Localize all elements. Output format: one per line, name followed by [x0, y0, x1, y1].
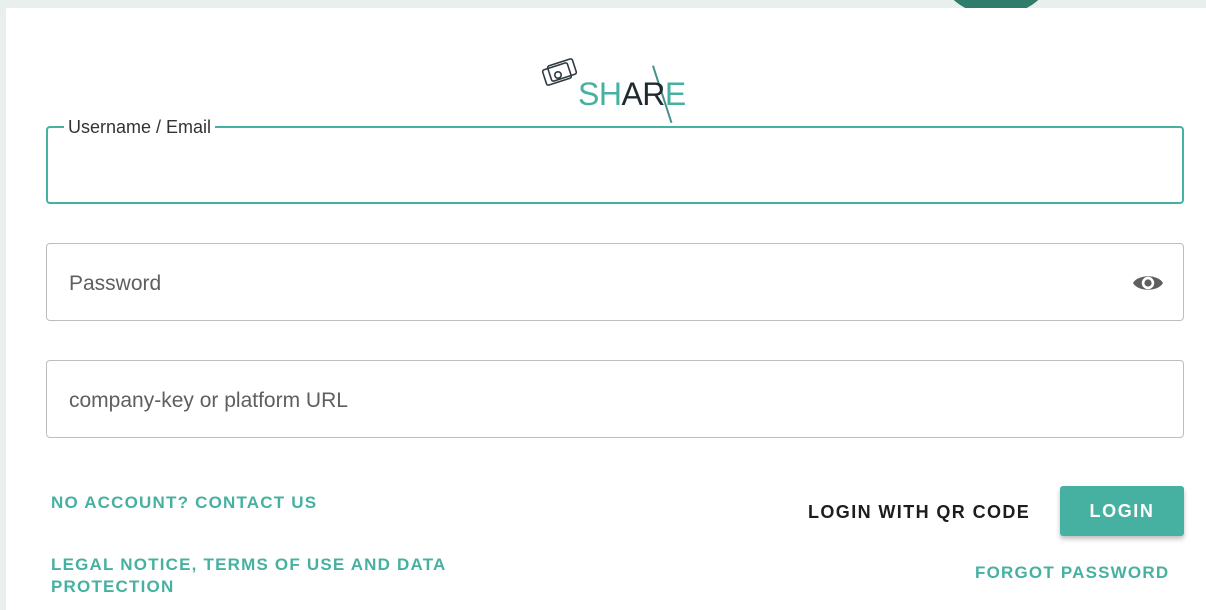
logo-wordmark: SHARE — [578, 76, 686, 112]
eye-icon[interactable] — [1131, 270, 1165, 296]
company-key-field[interactable]: company-key or platform URL — [46, 360, 1184, 438]
contact-us-link[interactable]: NO ACCOUNT? CONTACT US — [51, 492, 317, 514]
login-card: SHARE Username / Email Password company-… — [6, 8, 1206, 610]
legal-notice-line-2: PROTECTION — [51, 577, 175, 596]
share-logo: SHARE — [534, 50, 694, 130]
password-field[interactable]: Password — [46, 243, 1184, 321]
legal-notice-line-1: LEGAL NOTICE, TERMS OF USE AND DATA — [51, 555, 447, 574]
username-email-label: Username / Email — [64, 117, 216, 137]
login-with-qr-code-button[interactable]: LOGIN WITH QR CODE — [796, 490, 1042, 534]
login-button[interactable]: LOGIN — [1060, 486, 1184, 536]
company-key-placeholder: company-key or platform URL — [69, 389, 348, 412]
username-email-field[interactable]: Username / Email — [46, 117, 1184, 204]
forgot-password-link[interactable]: FORGOT PASSWORD — [975, 562, 1169, 584]
password-placeholder: Password — [69, 272, 162, 295]
legal-notice-link[interactable]: LEGAL NOTICE, TERMS OF USE AND DATA PROT… — [51, 554, 447, 598]
